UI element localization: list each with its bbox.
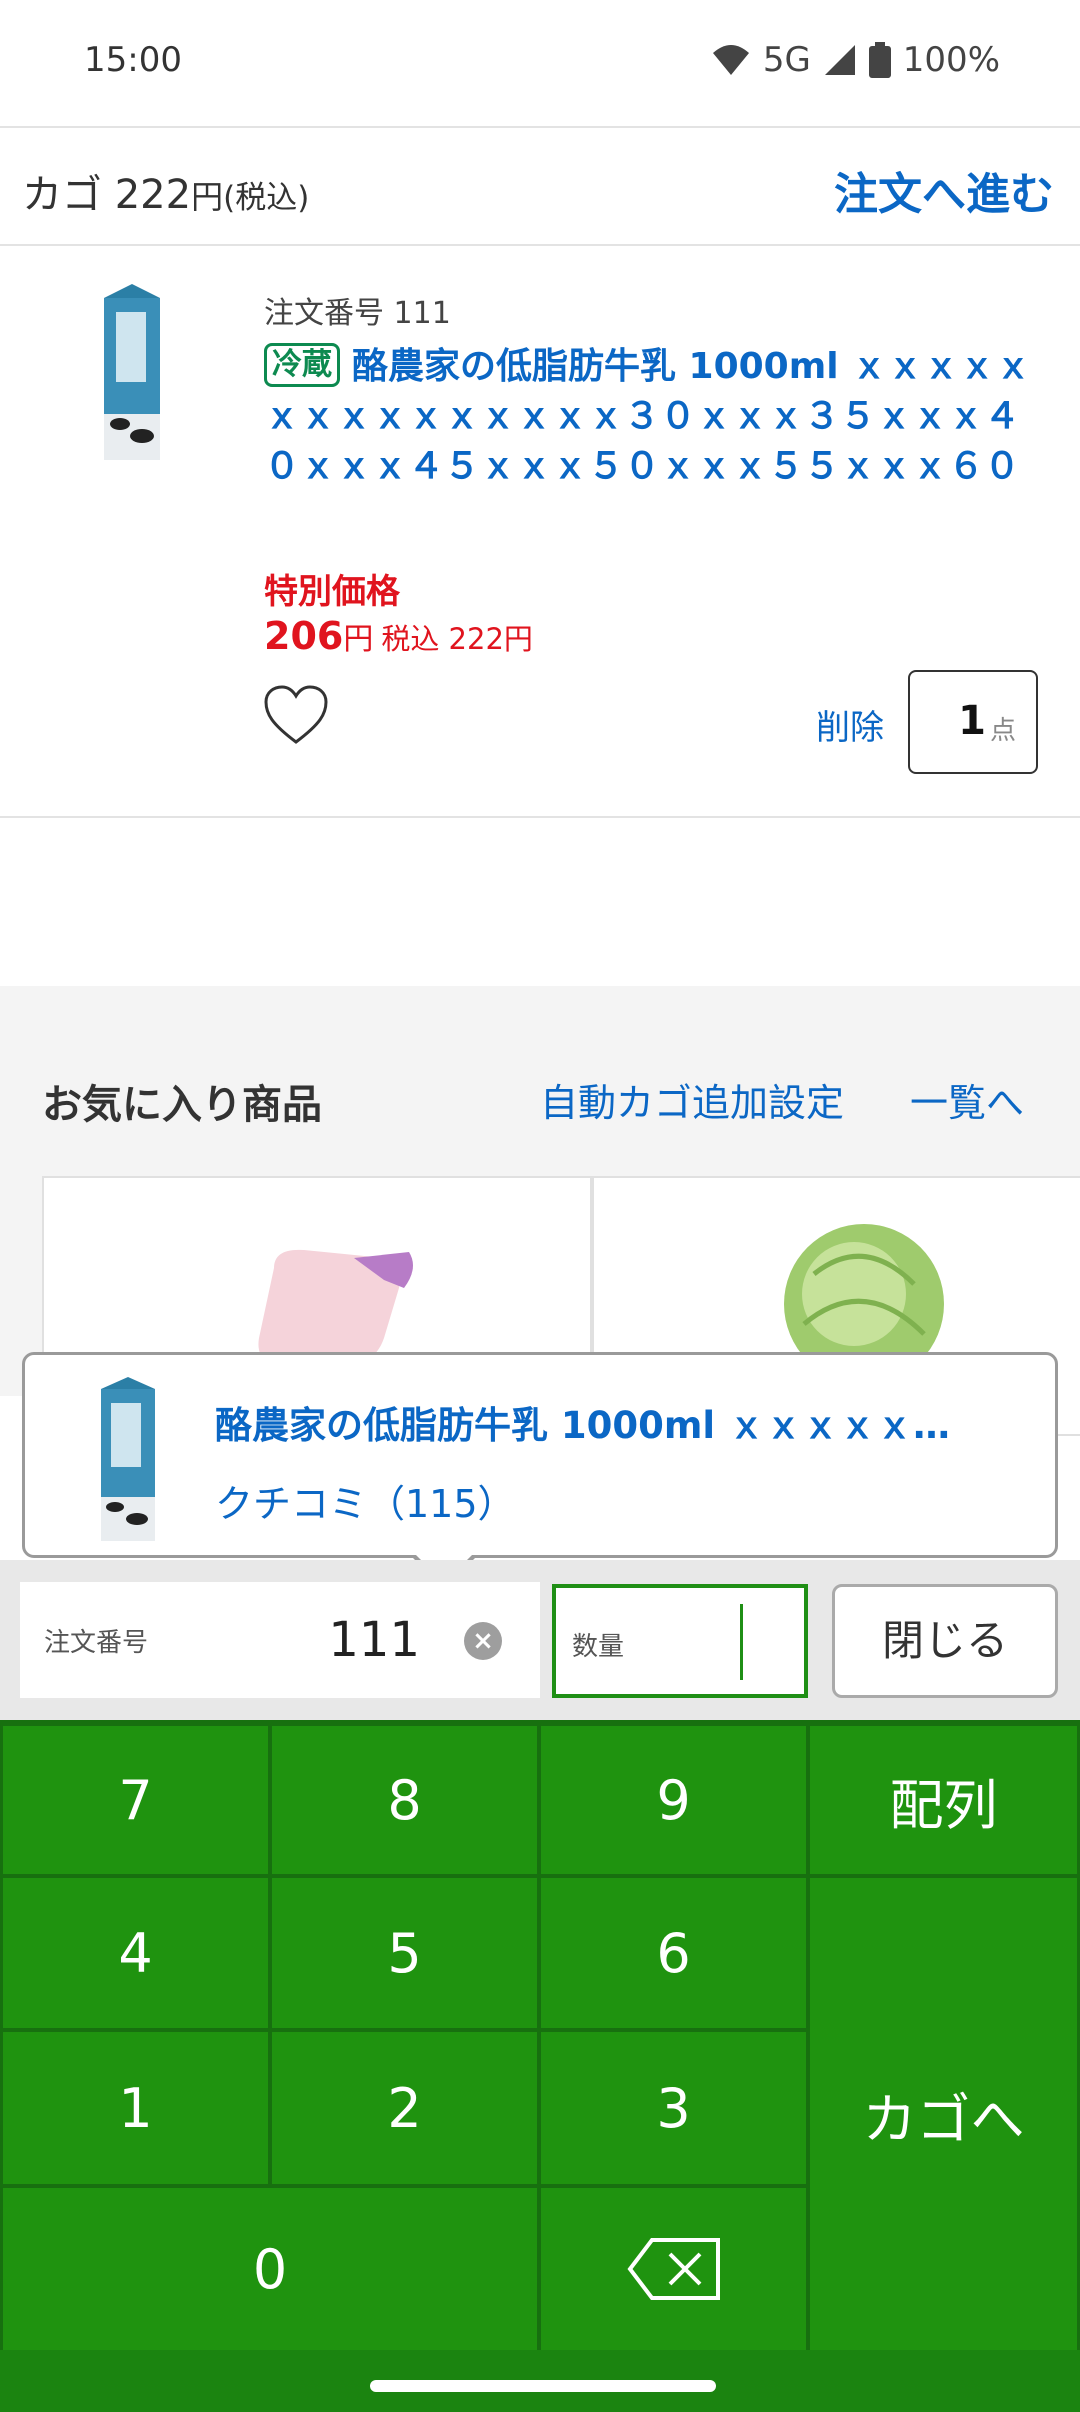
key-1[interactable]: 1 (3, 2032, 268, 2184)
order-number-field-value: 111 (328, 1612, 420, 1668)
heart-icon[interactable] (262, 684, 330, 748)
delete-button[interactable]: 削除 (816, 700, 884, 749)
status-time: 15:00 (84, 40, 182, 80)
close-button[interactable]: 閉じる (832, 1584, 1058, 1698)
cart-yen: 円 (191, 178, 224, 216)
key-2[interactable]: 2 (272, 2032, 537, 2184)
cart-item: 注文番号 111 冷蔵 酪農家の低脂肪牛乳 1000ml ｘｘｘｘｘｘｘｘｘｘｘｘ… (0, 248, 1080, 818)
price: 206円 税込 222円 (264, 614, 533, 658)
price-yen: 円 (343, 622, 374, 657)
quantity-box[interactable]: 1 点 (908, 670, 1038, 774)
backspace-key[interactable] (541, 2188, 806, 2350)
key-9[interactable]: 9 (541, 1726, 806, 1874)
cart-tax-note: (税込) (223, 180, 310, 216)
quantity-unit: 点 (989, 716, 1016, 746)
key-6[interactable]: 6 (541, 1878, 806, 2028)
order-number-field-label: 注文番号 (44, 1628, 149, 1658)
key-3[interactable]: 3 (541, 2032, 806, 2184)
key-8[interactable]: 8 (272, 1726, 537, 1874)
home-gesture-handle[interactable] (370, 2380, 716, 2392)
price-tax-included: 税込 222円 (381, 622, 533, 656)
quantity-field-label: 数量 (572, 1632, 625, 1662)
review-link[interactable]: クチコミ（115） (215, 1473, 516, 1528)
order-number-value: 111 (393, 296, 451, 331)
popup-product-image (101, 1377, 155, 1541)
favorites-list-link[interactable]: 一覧へ (910, 1072, 1024, 1127)
battery-level: 100% (902, 40, 1000, 80)
quantity-field[interactable]: 数量 (552, 1584, 808, 1698)
array-key[interactable]: 配列 (810, 1726, 1077, 1874)
order-number-label: 注文番号 (264, 296, 384, 331)
clear-icon[interactable]: × (464, 1622, 502, 1660)
signal-icon (824, 45, 855, 75)
cart-label: カゴ (22, 172, 102, 218)
refrigerated-badge: 冷蔵 (264, 343, 340, 387)
status-indicators: 5G 100% (711, 40, 1000, 80)
popup-product-name[interactable]: 酪農家の低脂肪牛乳 1000ml ｘｘｘｘｘ… (215, 1395, 1025, 1449)
price-value: 206 (264, 614, 344, 658)
status-bar: 15:00 5G 100% (0, 0, 1080, 126)
product-image[interactable] (96, 284, 168, 464)
favorites-title: お気に入り商品 (42, 1082, 322, 1128)
auto-add-settings-link[interactable]: 自動カゴ追加設定 (540, 1072, 844, 1127)
product-popup[interactable]: 酪農家の低脂肪牛乳 1000ml ｘｘｘｘｘ… クチコミ（115） (22, 1352, 1058, 1558)
key-5[interactable]: 5 (272, 1878, 537, 2028)
backspace-icon (626, 2238, 720, 2300)
battery-icon (868, 42, 891, 78)
key-7[interactable]: 7 (3, 1726, 268, 1874)
proceed-to-order-button[interactable]: 注文へ進む (834, 158, 1054, 222)
key-0[interactable]: 0 (3, 2188, 537, 2350)
input-bar: 注文番号 111 × 数量 閉じる (0, 1560, 1080, 1720)
numeric-keypad: 7 8 9 配列 4 5 6 1 2 3 カゴへ 0 (0, 1720, 1080, 2350)
product-title[interactable]: 冷蔵 酪農家の低脂肪牛乳 1000ml ｘｘｘｘｘｘｘｘｘｘｘｘｘｘｘ３０ｘｘｘ３… (264, 342, 1044, 492)
add-to-cart-key[interactable]: カゴへ (810, 1878, 1077, 2350)
quantity-value: 1 (958, 698, 986, 744)
key-4[interactable]: 4 (3, 1878, 268, 2028)
text-cursor (740, 1604, 743, 1680)
cart-amount: 222 (114, 172, 192, 218)
order-number: 注文番号 111 (264, 288, 451, 332)
product-name[interactable]: 酪農家の低脂肪牛乳 1000ml ｘｘｘｘｘｘｘｘｘｘｘｘｘｘｘ３０ｘｘｘ３５ｘ… (264, 346, 1031, 487)
order-number-field[interactable]: 注文番号 111 × (20, 1582, 540, 1698)
special-price-label: 特別価格 (264, 572, 400, 612)
cart-header: カゴ 222円(税込) 注文へ進む (0, 126, 1080, 246)
network-type: 5G (762, 40, 811, 80)
wifi-icon (712, 45, 749, 75)
favorites-section: お気に入り商品 自動カゴ追加設定 一覧へ (0, 986, 1080, 1436)
cart-total: カゴ 222円(税込) (22, 162, 309, 220)
